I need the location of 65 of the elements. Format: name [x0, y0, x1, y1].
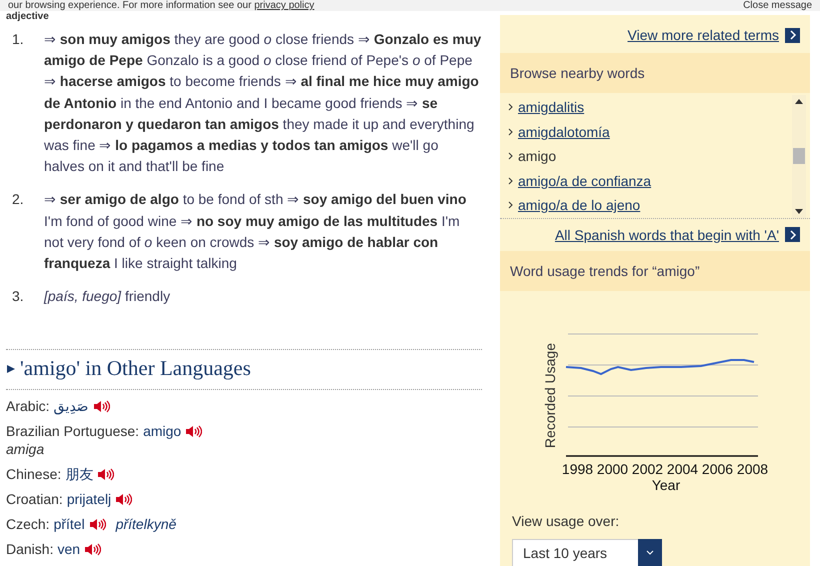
chevron-icon [508, 201, 513, 210]
caret-icon [646, 550, 654, 555]
language-name: Danish: [6, 540, 54, 558]
language-name: Chinese: [6, 465, 62, 484]
axis-tick-label: 2006 [700, 460, 734, 476]
chevron-icon [508, 152, 513, 160]
arrow-button[interactable] [785, 227, 800, 242]
translation: ven [57, 540, 80, 558]
chevron-icon [508, 128, 513, 136]
language-name: Croatian: [6, 490, 63, 508]
chevron-icon [508, 103, 513, 112]
nearby-word-link[interactable]: amigdalotomía [518, 120, 610, 144]
scroll-down-icon[interactable] [795, 208, 803, 214]
speaker-icon[interactable] [115, 492, 132, 506]
nearby-word-link[interactable]: amigo/a de confianza [518, 168, 652, 193]
axis-tick-label: 2002 [630, 460, 664, 476]
scroll-up-icon[interactable] [795, 99, 803, 104]
axis-tick-label: 2008 [736, 460, 770, 476]
sense-text: ⇒ ser amigo de algo to be fond of sth ⇒ soy amigo del buen vino I'm fond of good wine ⇒ no soy muy amigo de las multitudes I'm not very fond of o keen on crowds ⇒ soy amigo de hablar con franqueza I like straight talking [44, 190, 468, 274]
usage-period-dropdown[interactable]: Last 10 years [512, 538, 662, 566]
speaker-icon[interactable] [84, 542, 102, 556]
speaker-icon[interactable] [88, 518, 106, 531]
current-word: amigo [518, 147, 556, 166]
axis-label: Year [652, 476, 680, 492]
sense-number: 1. [11, 30, 25, 49]
feminine-form: přítelkyně [116, 515, 176, 534]
language-name: Czech: [6, 515, 50, 534]
triangle-icon[interactable] [6, 364, 16, 374]
translation: přítel [54, 515, 85, 534]
axis-tick-label: 1998 [560, 460, 594, 476]
translation: prijatelj [66, 490, 112, 508]
usage-period-label: View usage over: [511, 512, 620, 531]
all-words-link[interactable]: All Spanish words that begin with 'A' [554, 226, 779, 242]
translation: amigo [143, 422, 182, 440]
cookie-notice-text: our browsing experience. For more information see our privacy policy [8, 0, 314, 11]
sense-number: 2. [11, 190, 25, 210]
related-terms-link[interactable]: View more related terms [628, 27, 779, 43]
privacy-policy-link[interactable]: privacy policy [254, 0, 314, 11]
trends-heading: Word usage trends for “amigo” [500, 250, 810, 290]
nearby-word-link[interactable]: amigo/a de lo ajeno [518, 193, 640, 218]
close-message-link[interactable]: Close message [743, 0, 812, 11]
scrollbar[interactable] [792, 95, 806, 218]
chevron-icon [508, 176, 513, 185]
speaker-icon[interactable] [185, 424, 202, 438]
sense-text: [país, fuego] friendly [44, 287, 172, 306]
speaker-icon[interactable] [97, 468, 114, 481]
translation: صَدِيق [54, 397, 89, 416]
chevron-icon [788, 30, 796, 40]
sense-text: ⇒ son muy amigos they are good o close friends ⇒ Gonzalo es muy amigo de Pepe Gonzalo is a good o close friend of Pepe's o of Pepe ⇒ hacerse amigos to become friends ⇒ al final me hice muy amigo de Antonio in the end Antonio and I became good friends ⇒ se perdonaron y quedaron tan amigos they made it up and everything was fine ⇒ lo pagamos a medias y todos tan amigos we'll go halves on it and that'll be fine [44, 30, 482, 176]
nearby-words-heading: Browse nearby words [500, 53, 810, 93]
part-of-speech: adjective [6, 11, 50, 23]
language-name: Arabic: [6, 397, 50, 416]
translation: 朋友 [65, 465, 94, 484]
section-heading: 'amigo' in Other Languages [20, 356, 251, 382]
feminine-form: amiga [6, 440, 46, 458]
scrollbar-thumb[interactable] [793, 148, 805, 164]
axis-label: Recorded Usage [542, 342, 558, 448]
nearby-word-link[interactable]: amigdalitis [518, 95, 584, 120]
arrow-button[interactable] [785, 28, 800, 42]
speaker-icon[interactable] [92, 400, 110, 413]
chevron-icon [788, 230, 796, 240]
sense-number: 3. [11, 287, 25, 306]
axis-tick-label: 2000 [596, 460, 630, 476]
language-name: Brazilian Portuguese: [6, 422, 140, 440]
axis-tick-label: 2004 [666, 460, 700, 476]
